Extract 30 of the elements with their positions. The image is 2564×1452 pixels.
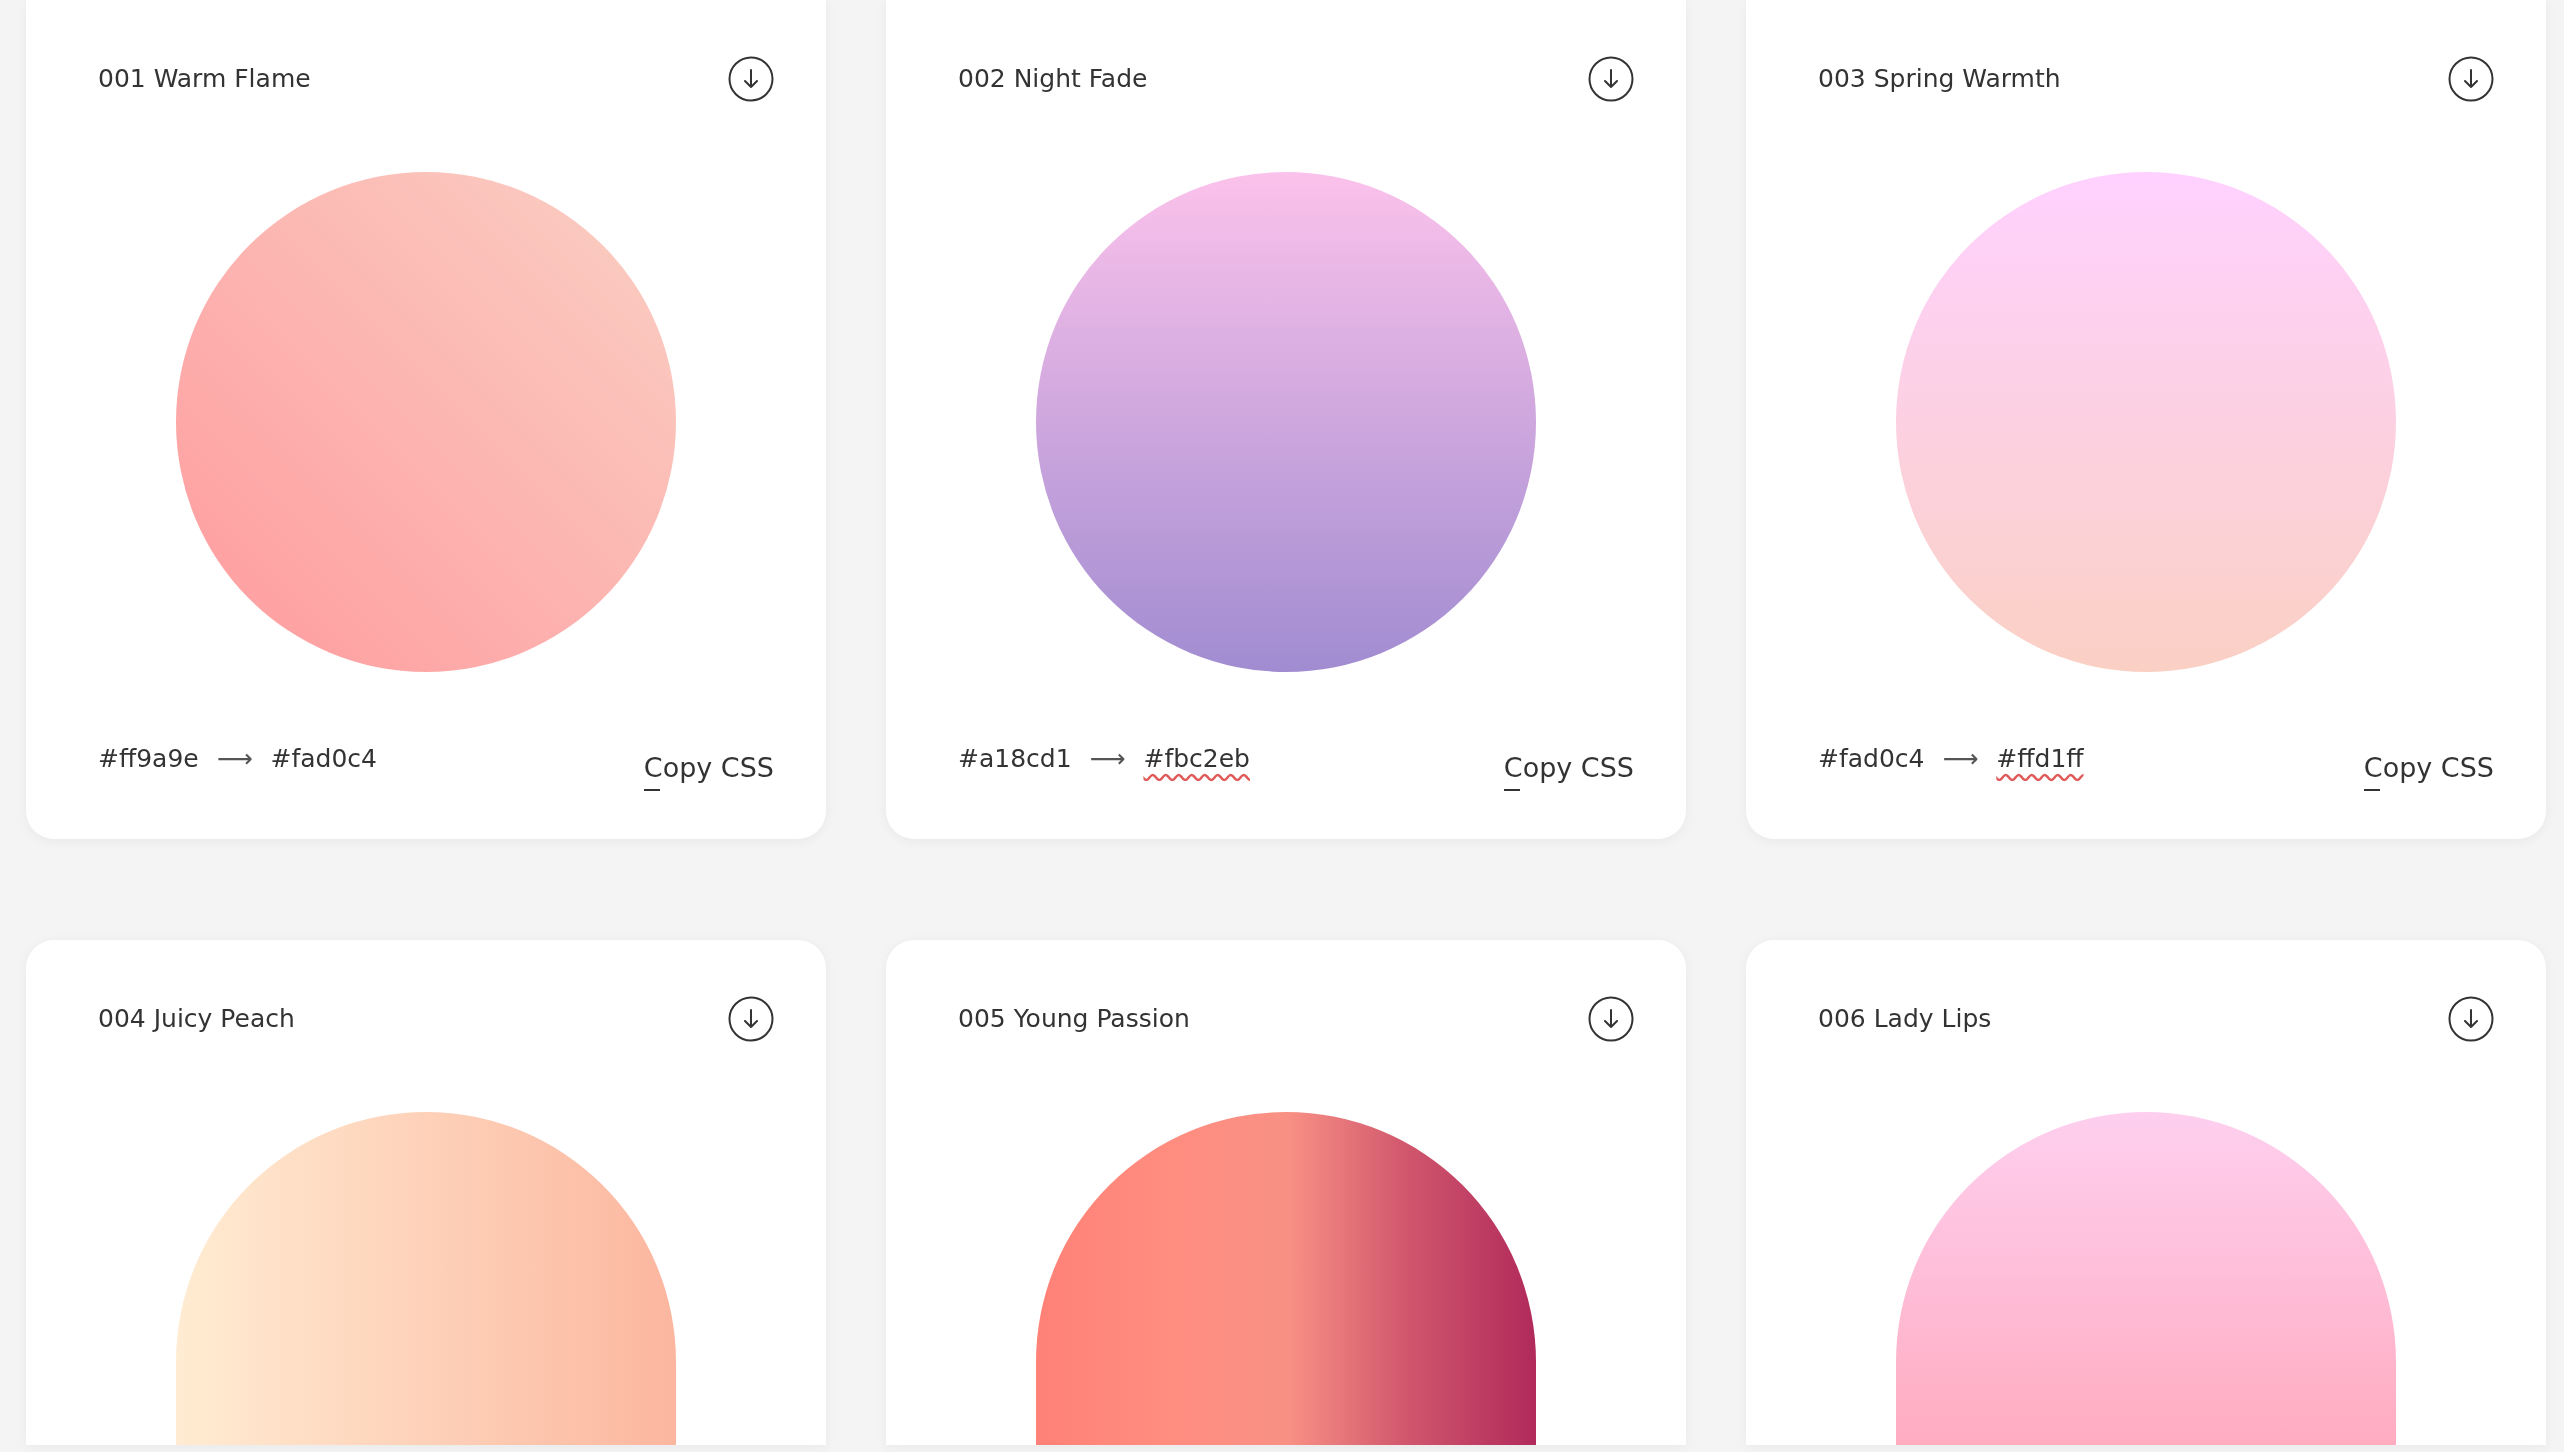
- download-icon: [1588, 996, 1634, 1042]
- download-button[interactable]: [2448, 56, 2494, 102]
- hex-code: #a18cd1: [958, 743, 1072, 775]
- hex-code: #ff9a9e: [98, 743, 199, 775]
- hex-code: #fbc2eb: [1143, 743, 1250, 775]
- arrow-glyph: ⟶: [1942, 743, 1979, 775]
- gradient-title: 002 Night Fade: [958, 63, 1148, 96]
- download-button[interactable]: [1588, 996, 1634, 1042]
- download-icon: [728, 56, 774, 102]
- arrow-glyph: ⟶: [1089, 743, 1126, 775]
- download-icon: [1588, 56, 1634, 102]
- hex-code: #fad0c4: [1818, 743, 1925, 775]
- download-icon: [728, 996, 774, 1042]
- gradient-title: 003 Spring Warmth: [1818, 63, 2061, 96]
- download-button[interactable]: [2448, 996, 2494, 1042]
- gradient-title: 006 Lady Lips: [1818, 1003, 1992, 1036]
- copy-css-button[interactable]: Copy CSS: [643, 748, 774, 789]
- copy-css-button[interactable]: Copy CSS: [2363, 748, 2494, 789]
- gradient-title: 001 Warm Flame: [98, 63, 311, 96]
- gradient-title: 004 Juicy Peach: [98, 1003, 295, 1036]
- copy-css-button[interactable]: Copy CSS: [1503, 748, 1634, 789]
- hex-code: #fad0c4: [270, 743, 378, 775]
- download-button[interactable]: [1588, 56, 1634, 102]
- arrow-glyph: ⟶: [216, 743, 253, 775]
- download-button[interactable]: [728, 996, 774, 1042]
- gradient-title: 005 Young Passion: [958, 1003, 1190, 1036]
- download-icon: [2448, 56, 2494, 102]
- hex-code: #ffd1ff: [1996, 743, 2084, 775]
- download-button[interactable]: [728, 56, 774, 102]
- download-icon: [2448, 996, 2494, 1042]
